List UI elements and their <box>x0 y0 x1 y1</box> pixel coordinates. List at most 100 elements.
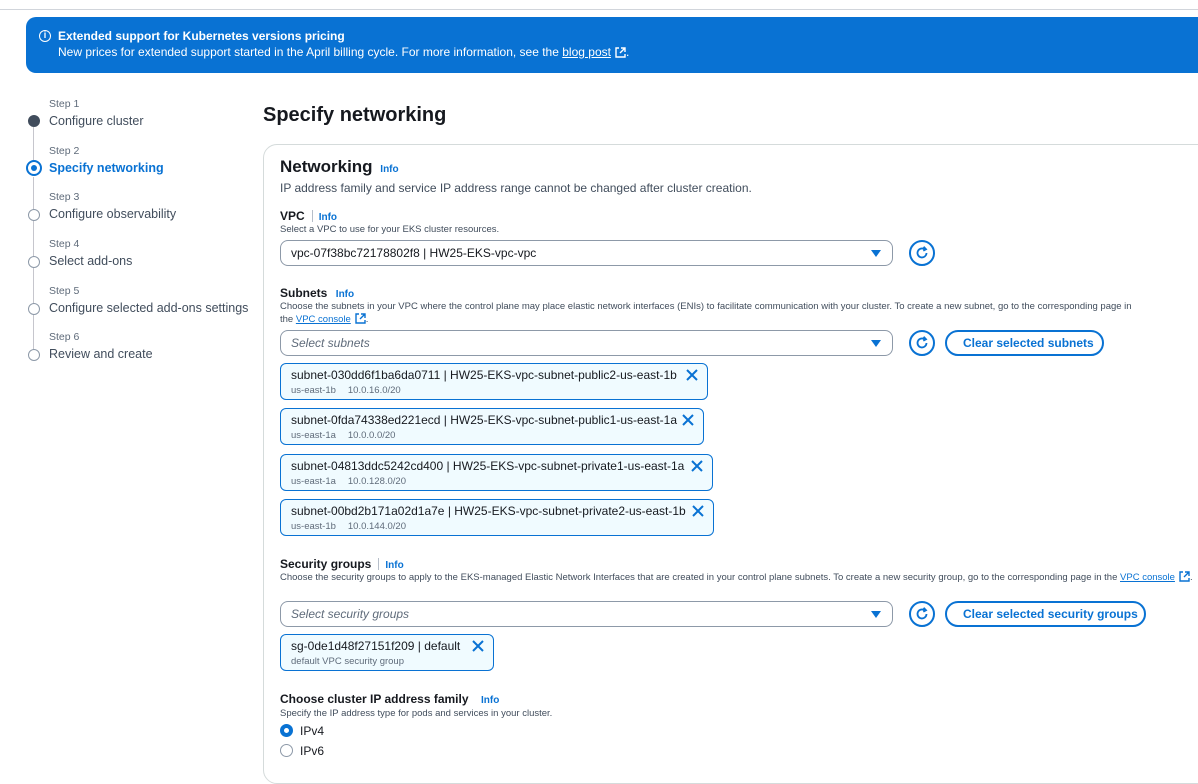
subnets-description-line2: the VPC console. <box>280 313 368 326</box>
security-groups-placeholder: Select security groups <box>291 607 410 621</box>
security-groups-refresh-button[interactable] <box>909 601 935 627</box>
step-4-indicator <box>28 256 40 268</box>
step-3-indicator <box>28 209 40 221</box>
step-3: Step 3 Configure observability <box>49 191 176 221</box>
security-groups-select[interactable]: Select security groups <box>280 601 893 627</box>
subnet-az: us-east-1a <box>291 430 336 441</box>
subnets-vpc-console-link[interactable]: VPC console <box>296 314 351 325</box>
security-groups-description: Choose the security groups to apply to t… <box>280 571 1198 584</box>
subnet-cidr: 10.0.128.0/20 <box>347 476 406 487</box>
ip-family-label-row: Choose cluster IP address family Info <box>280 690 499 708</box>
step-connector <box>33 177 34 210</box>
subnet-token: subnet-0fda74338ed221ecd | HW25-EKS-vpc-… <box>280 408 704 445</box>
banner-title: Extended support for Kubernetes versions… <box>58 29 345 43</box>
clear-selected-security-groups-button[interactable]: Clear selected security groups <box>945 601 1146 627</box>
step-5: Step 5 Configure selected add-ons settin… <box>49 285 248 315</box>
vpc-refresh-button[interactable] <box>909 240 935 266</box>
banner-text: New prices for extended support started … <box>58 44 1198 60</box>
ipv4-radio[interactable] <box>280 724 293 737</box>
remove-icon[interactable] <box>686 369 698 381</box>
subnet-id: subnet-04813ddc5242cd400 | HW25-EKS-vpc-… <box>291 459 685 473</box>
ipv6-label[interactable]: IPv6 <box>300 744 324 758</box>
subnet-token: subnet-04813ddc5242cd400 | HW25-EKS-vpc-… <box>280 454 713 491</box>
step-name: Configure cluster <box>49 114 144 128</box>
page-title: Specify networking <box>263 104 447 126</box>
step-connector <box>33 127 34 160</box>
subnet-az: us-east-1b <box>291 385 336 396</box>
security-groups-label: Security groups <box>280 557 372 571</box>
external-link-icon <box>355 313 366 324</box>
step-number: Step 2 <box>49 145 80 157</box>
security-group-id: sg-0de1d48f27151f209 | default <box>291 639 461 653</box>
refresh-icon <box>916 607 928 620</box>
desc-text: the <box>280 314 294 325</box>
ip-family-description: Specify the IP address type for pods and… <box>280 708 553 719</box>
subnets-description: Choose the subnets in your VPC where the… <box>280 301 1132 312</box>
remove-icon[interactable] <box>691 460 703 472</box>
step-1-indicator <box>28 115 40 127</box>
vpc-description: Select a VPC to use for your EKS cluster… <box>280 224 500 235</box>
info-icon: i <box>39 30 51 42</box>
subnet-token: subnet-030dd6f1ba6da0711 | HW25-EKS-vpc-… <box>280 363 708 400</box>
banner-suffix: . <box>625 45 630 59</box>
subnet-token: subnet-00bd2b171a02d1a7e | HW25-EKS-vpc-… <box>280 499 714 536</box>
step-name: Review and create <box>49 347 153 361</box>
subnet-az: us-east-1a <box>291 476 336 487</box>
step-number: Step 6 <box>49 331 80 343</box>
caret-down-icon <box>871 611 881 618</box>
step-number: Step 5 <box>49 285 80 297</box>
step-6: Step 6 Review and create <box>49 331 153 361</box>
external-link-icon <box>1179 571 1190 582</box>
subnets-info-link[interactable]: Info <box>336 289 354 300</box>
subnet-cidr: 10.0.16.0/20 <box>347 385 401 396</box>
step-1[interactable]: Step 1 Configure cluster <box>49 98 144 128</box>
subnet-id: subnet-00bd2b171a02d1a7e | HW25-EKS-vpc-… <box>291 504 686 518</box>
info-banner: i Extended support for Kubernetes versio… <box>26 17 1198 73</box>
step-number: Step 4 <box>49 238 80 250</box>
external-link-icon <box>615 47 626 58</box>
ip-family-info-link[interactable]: Info <box>481 695 499 706</box>
security-groups-vpc-console-link[interactable]: VPC console <box>1120 572 1175 583</box>
step-name: Select add-ons <box>49 254 133 268</box>
refresh-icon <box>916 246 928 259</box>
step-number: Step 3 <box>49 191 80 203</box>
ipv4-label[interactable]: IPv4 <box>300 724 324 738</box>
step-connector <box>33 220 34 257</box>
remove-icon[interactable] <box>682 414 694 426</box>
subnets-refresh-button[interactable] <box>909 330 935 356</box>
vpc-label: VPC <box>280 209 305 223</box>
security-groups-info-link[interactable]: Info <box>385 560 403 571</box>
banner-body: New prices for extended support started … <box>58 45 559 59</box>
step-6-indicator <box>28 349 40 361</box>
networking-description: IP address family and service IP address… <box>280 181 752 195</box>
desc-text: Choose the security groups to apply to t… <box>280 572 1118 583</box>
networking-title: Networking <box>280 157 373 176</box>
vpc-select-value: vpc-07f38bc72178802f8 | HW25-EKS-vpc-vpc <box>291 246 537 260</box>
clear-selected-subnets-button[interactable]: Clear selected subnets <box>945 330 1104 356</box>
subnets-select[interactable]: Select subnets <box>280 330 893 356</box>
ip-family-label: Choose cluster IP address family <box>280 692 469 706</box>
remove-icon[interactable] <box>472 640 484 652</box>
subnet-id: subnet-030dd6f1ba6da0711 | HW25-EKS-vpc-… <box>291 368 677 382</box>
ipv6-radio[interactable] <box>280 744 293 757</box>
vpc-info-link[interactable]: Info <box>319 212 337 223</box>
subnet-id: subnet-0fda74338ed221ecd | HW25-EKS-vpc-… <box>291 413 678 427</box>
step-name: Specify networking <box>49 161 164 175</box>
security-group-desc: default VPC security group <box>291 656 405 667</box>
vpc-select[interactable]: vpc-07f38bc72178802f8 | HW25-EKS-vpc-vpc <box>280 240 893 266</box>
step-2[interactable]: Step 2 Specify networking <box>49 145 164 175</box>
step-name: Configure selected add-ons settings <box>49 301 249 315</box>
top-divider <box>0 9 1198 10</box>
step-number: Step 1 <box>49 98 80 110</box>
step-connector <box>33 314 34 350</box>
remove-icon[interactable] <box>692 505 704 517</box>
security-group-token: sg-0de1d48f27151f209 | default default V… <box>280 634 494 671</box>
blog-post-link[interactable]: blog post <box>562 45 611 59</box>
caret-down-icon <box>871 250 881 257</box>
step-name: Configure observability <box>49 207 177 221</box>
subnet-az: us-east-1b <box>291 521 336 532</box>
step-2-indicator <box>26 160 42 176</box>
networking-header: Networking Info <box>280 157 399 177</box>
networking-info-link[interactable]: Info <box>380 164 398 175</box>
caret-down-icon <box>871 340 881 347</box>
